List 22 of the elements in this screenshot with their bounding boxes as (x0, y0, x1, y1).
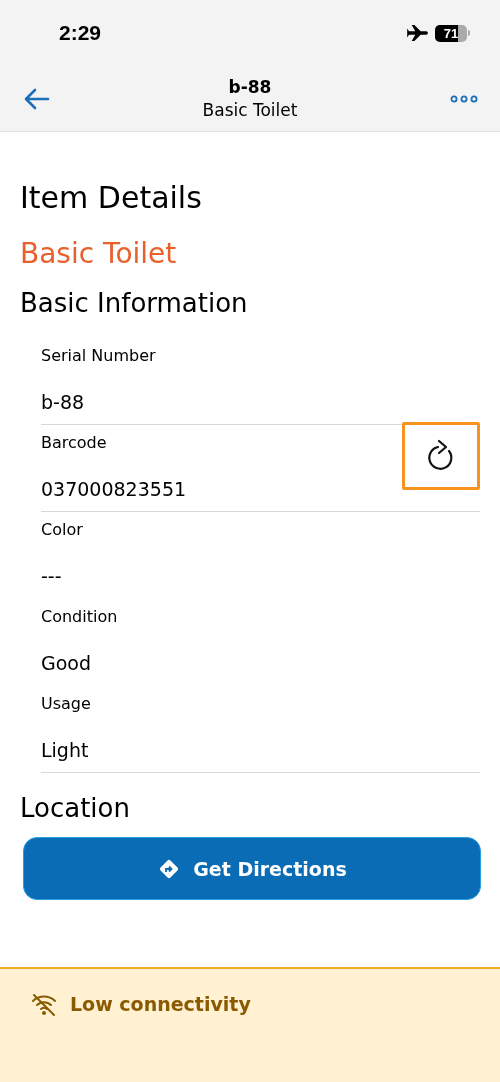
field-label: Barcode (41, 433, 108, 452)
connectivity-message: Low connectivity (70, 993, 251, 1015)
field-label: Color (41, 520, 84, 539)
no-wifi-icon (30, 993, 58, 1017)
field-value: 037000823551 (41, 478, 188, 500)
field-label: Condition (41, 607, 119, 626)
field-label: Usage (41, 694, 92, 713)
nav-title: b-88 (228, 77, 272, 97)
page-heading: Item Details (20, 180, 203, 215)
field-value: Good (41, 652, 93, 674)
item-name: Basic Toilet (20, 237, 178, 270)
field-value: b-88 (41, 391, 86, 413)
field-value: --- (41, 565, 63, 587)
section-heading: Basic Information (20, 288, 249, 318)
nav-subtitle: Basic Toilet (202, 100, 298, 120)
refresh-button[interactable] (402, 422, 480, 490)
field-value: Light (41, 739, 90, 761)
section-heading: Location (20, 793, 131, 823)
battery-indicator: 71 (435, 24, 467, 42)
status-time: 2:29 (59, 21, 102, 45)
field-label: Serial Number (41, 346, 157, 365)
directions-button[interactable]: Get Directions (23, 837, 481, 900)
